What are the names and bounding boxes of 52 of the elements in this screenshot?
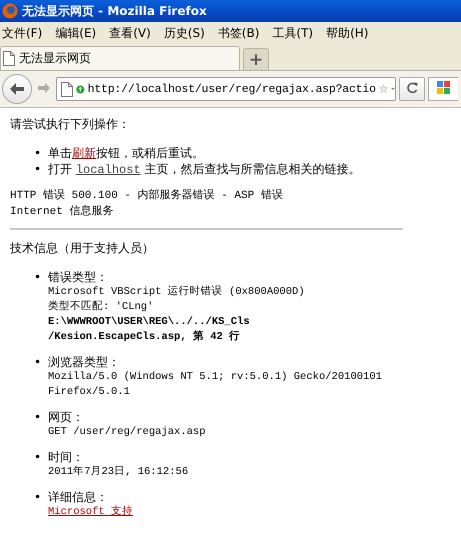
bullet: • xyxy=(34,145,42,161)
menu-item[interactable]: 编辑(E) xyxy=(53,24,108,42)
detail-label: 详细信息： xyxy=(48,489,109,505)
firefox-icon xyxy=(2,3,18,19)
detail-text: Microsoft VBScript 运行时错误 (0x800A000D) xyxy=(48,286,305,298)
grid-icon xyxy=(436,80,450,94)
detail-text: 2011年7月23日, 16:12:56 xyxy=(48,466,188,478)
detail-text: /Kesion.EscapeCls.asp, 第 42 行 xyxy=(48,331,240,343)
caret-icon[interactable] xyxy=(390,87,396,91)
link[interactable]: localhost xyxy=(76,163,141,177)
detail-label: 浏览器类型： xyxy=(48,354,121,370)
arrow-icon xyxy=(9,82,25,96)
detail-label: 错误类型： xyxy=(48,269,109,285)
url-text: http://localhost/user/reg/regajax.asp?actio xyxy=(88,82,376,96)
instruction-text: 请尝试执行下列操作： xyxy=(10,116,131,133)
menu-item[interactable]: 历史(S) xyxy=(162,24,216,42)
detail-text: E:\WWWROOT\USER\REG\../../KS_Cls xyxy=(48,316,250,328)
error-text: Internet 信息服务 xyxy=(10,204,114,220)
browser-tab[interactable]: 无法显示网页 xyxy=(0,46,240,70)
menu-item[interactable]: 查看(V) xyxy=(107,24,162,42)
bullet: • xyxy=(34,269,42,285)
link[interactable]: 刷新 xyxy=(72,146,96,160)
reload-button[interactable] xyxy=(399,77,425,101)
detail-label: 时间： xyxy=(48,449,85,465)
detail-label: 网页： xyxy=(48,409,85,425)
error-text: HTTP 错误 500.100 - 内部服务器错误 - ASP 错误 xyxy=(10,188,284,204)
bullet: • xyxy=(34,409,42,425)
suggestion-text: 单击刷新按钮，或稍后重试。 xyxy=(48,145,205,161)
support-link[interactable]: Microsoft 支持 xyxy=(48,506,134,518)
menu-item[interactable]: 帮助(H) xyxy=(324,24,380,42)
search-engine-button[interactable] xyxy=(428,77,458,101)
menu-item[interactable]: 文件(F) xyxy=(0,24,54,42)
tab-label: 无法显示网页 xyxy=(19,50,91,67)
page-icon xyxy=(61,82,73,96)
window-title: 无法显示网页 - Mozilla Firefox xyxy=(22,2,207,20)
detail-text: GET /user/reg/regajax.asp xyxy=(48,426,206,438)
detail-text: 类型不匹配: 'CLng' xyxy=(48,301,154,313)
detail-text: Firefox/5.0.1 xyxy=(48,386,130,398)
address-field[interactable]: http://localhost/user/reg/regajax.asp?actio xyxy=(56,77,396,101)
section-heading: 技术信息（用于支持人员） xyxy=(10,240,155,257)
bullet: • xyxy=(34,449,42,465)
bullet: • xyxy=(34,489,42,505)
reload-icon xyxy=(406,82,418,94)
detail-text: Mozilla/5.0 (Windows NT 5.1; rv:5.0.1) Gecko/20100101 xyxy=(48,371,382,383)
menu-item[interactable]: 书签(B) xyxy=(216,24,270,42)
bullet: • xyxy=(34,354,42,370)
new-tab-button[interactable]: + xyxy=(243,48,269,70)
page-icon xyxy=(3,51,15,66)
suggestion-text: 打开 localhost 主页，然后查找与所需信息相关的链接。 xyxy=(48,161,362,178)
menu-item[interactable]: 工具(T) xyxy=(270,24,324,42)
bullet: • xyxy=(34,161,42,177)
back-button[interactable] xyxy=(2,74,32,104)
